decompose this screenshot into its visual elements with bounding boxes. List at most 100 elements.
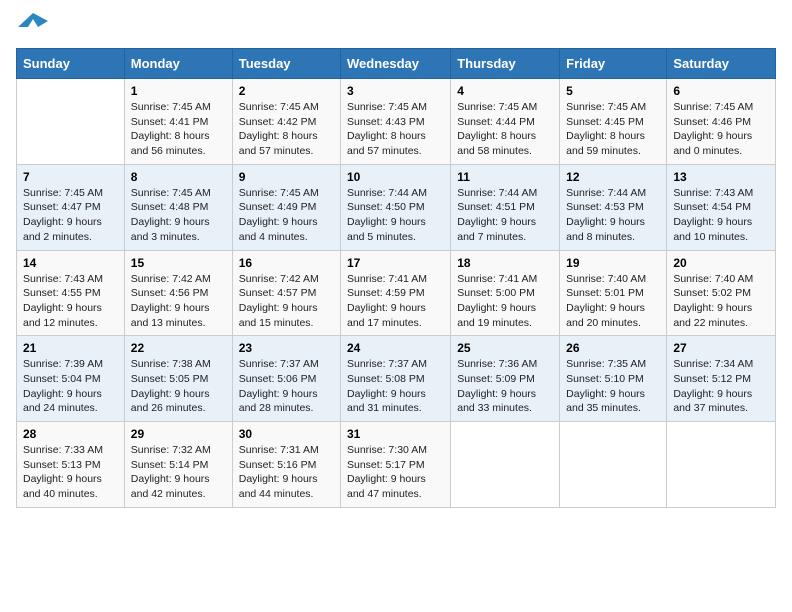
calendar-table: SundayMondayTuesdayWednesdayThursdayFrid… <box>16 48 776 508</box>
day-number: 22 <box>131 341 226 355</box>
day-number: 24 <box>347 341 444 355</box>
week-row-1: 1 Sunrise: 7:45 AM Sunset: 4:41 PM Daylig… <box>17 79 776 165</box>
calendar-cell: 6 Sunrise: 7:45 AM Sunset: 4:46 PM Daylig… <box>667 79 776 165</box>
day-number: 27 <box>673 341 769 355</box>
calendar-cell: 3Sunrise: 7:45 AM Sunset: 4:43 PM Daylig… <box>341 79 451 165</box>
day-number: 17 <box>347 256 444 270</box>
cell-content: Sunrise: 7:41 AM Sunset: 4:59 PM Dayligh… <box>347 272 444 331</box>
calendar-cell: 25 Sunrise: 7:36 AM Sunset: 5:09 PM Dayli… <box>451 336 560 422</box>
calendar-cell: 1 Sunrise: 7:45 AM Sunset: 4:41 PM Daylig… <box>124 79 232 165</box>
cell-content: Sunrise: 7:45 AM Sunset: 4:47 PM Dayligh… <box>23 186 118 245</box>
cell-content: Sunrise: 7:45 AM Sunset: 4:41 PM Dayligh… <box>131 100 226 159</box>
cell-content: Sunrise: 7:42 AM Sunset: 4:57 PM Dayligh… <box>239 272 334 331</box>
column-header-saturday: Saturday <box>667 49 776 79</box>
cell-content: Sunrise: 7:45 AM Sunset: 4:49 PM Dayligh… <box>239 186 334 245</box>
cell-content: Sunrise: 7:41 AM Sunset: 5:00 PM Dayligh… <box>457 272 553 331</box>
calendar-cell <box>17 79 125 165</box>
cell-content: Sunrise: 7:36 AM Sunset: 5:09 PM Dayligh… <box>457 357 553 416</box>
cell-content: Sunrise: 7:45 AM Sunset: 4:44 PM Dayligh… <box>457 100 553 159</box>
day-number: 7 <box>23 170 118 184</box>
cell-content: Sunrise: 7:42 AM Sunset: 4:56 PM Dayligh… <box>131 272 226 331</box>
day-number: 8 <box>131 170 226 184</box>
cell-content: Sunrise: 7:44 AM Sunset: 4:50 PM Dayligh… <box>347 186 444 245</box>
cell-content: Sunrise: 7:44 AM Sunset: 4:51 PM Dayligh… <box>457 186 553 245</box>
calendar-cell: 26 Sunrise: 7:35 AM Sunset: 5:10 PM Dayli… <box>560 336 667 422</box>
column-header-friday: Friday <box>560 49 667 79</box>
week-row-2: 7 Sunrise: 7:45 AM Sunset: 4:47 PM Daylig… <box>17 164 776 250</box>
calendar-cell: 18 Sunrise: 7:41 AM Sunset: 5:00 PM Dayli… <box>451 250 560 336</box>
column-header-tuesday: Tuesday <box>232 49 340 79</box>
cell-content: Sunrise: 7:45 AM Sunset: 4:42 PM Dayligh… <box>239 100 334 159</box>
day-number: 26 <box>566 341 660 355</box>
day-number: 5 <box>566 84 660 98</box>
cell-content: Sunrise: 7:45 AM Sunset: 4:48 PM Dayligh… <box>131 186 226 245</box>
logo-bird-icon <box>18 13 48 31</box>
day-number: 29 <box>131 427 226 441</box>
day-number: 12 <box>566 170 660 184</box>
calendar-cell: 29Sunrise: 7:32 AM Sunset: 5:14 PM Dayli… <box>124 422 232 508</box>
calendar-cell: 15 Sunrise: 7:42 AM Sunset: 4:56 PM Dayli… <box>124 250 232 336</box>
day-number: 13 <box>673 170 769 184</box>
cell-content: Sunrise: 7:35 AM Sunset: 5:10 PM Dayligh… <box>566 357 660 416</box>
day-number: 4 <box>457 84 553 98</box>
day-number: 31 <box>347 427 444 441</box>
calendar-cell <box>667 422 776 508</box>
calendar-cell: 2 Sunrise: 7:45 AM Sunset: 4:42 PM Daylig… <box>232 79 340 165</box>
calendar-cell: 22 Sunrise: 7:38 AM Sunset: 5:05 PM Dayli… <box>124 336 232 422</box>
calendar-cell <box>451 422 560 508</box>
calendar-cell <box>560 422 667 508</box>
calendar-cell: 5 Sunrise: 7:45 AM Sunset: 4:45 PM Daylig… <box>560 79 667 165</box>
cell-content: Sunrise: 7:37 AM Sunset: 5:06 PM Dayligh… <box>239 357 334 416</box>
calendar-cell: 8 Sunrise: 7:45 AM Sunset: 4:48 PM Daylig… <box>124 164 232 250</box>
cell-content: Sunrise: 7:30 AM Sunset: 5:17 PM Dayligh… <box>347 443 444 502</box>
calendar-cell: 19 Sunrise: 7:40 AM Sunset: 5:01 PM Dayli… <box>560 250 667 336</box>
day-number: 28 <box>23 427 118 441</box>
cell-content: Sunrise: 7:31 AM Sunset: 5:16 PM Dayligh… <box>239 443 334 502</box>
week-row-4: 21 Sunrise: 7:39 AM Sunset: 5:04 PM Dayli… <box>17 336 776 422</box>
calendar-cell: 23 Sunrise: 7:37 AM Sunset: 5:06 PM Dayli… <box>232 336 340 422</box>
column-header-wednesday: Wednesday <box>341 49 451 79</box>
day-number: 19 <box>566 256 660 270</box>
cell-content: Sunrise: 7:45 AM Sunset: 4:45 PM Dayligh… <box>566 100 660 159</box>
calendar-cell: 27 Sunrise: 7:34 AM Sunset: 5:12 PM Dayli… <box>667 336 776 422</box>
column-header-sunday: Sunday <box>17 49 125 79</box>
day-number: 20 <box>673 256 769 270</box>
day-number: 9 <box>239 170 334 184</box>
day-number: 21 <box>23 341 118 355</box>
cell-content: Sunrise: 7:33 AM Sunset: 5:13 PM Dayligh… <box>23 443 118 502</box>
day-number: 25 <box>457 341 553 355</box>
day-number: 6 <box>673 84 769 98</box>
week-row-5: 28 Sunrise: 7:33 AM Sunset: 5:13 PM Dayli… <box>17 422 776 508</box>
cell-content: Sunrise: 7:43 AM Sunset: 4:55 PM Dayligh… <box>23 272 118 331</box>
calendar-cell: 24 Sunrise: 7:37 AM Sunset: 5:08 PM Dayli… <box>341 336 451 422</box>
day-number: 30 <box>239 427 334 441</box>
day-number: 1 <box>131 84 226 98</box>
day-number: 15 <box>131 256 226 270</box>
cell-content: Sunrise: 7:37 AM Sunset: 5:08 PM Dayligh… <box>347 357 444 416</box>
day-number: 2 <box>239 84 334 98</box>
column-header-thursday: Thursday <box>451 49 560 79</box>
calendar-cell: 30 Sunrise: 7:31 AM Sunset: 5:16 PM Dayli… <box>232 422 340 508</box>
day-number: 3 <box>347 84 444 98</box>
calendar-cell: 13 Sunrise: 7:43 AM Sunset: 4:54 PM Dayli… <box>667 164 776 250</box>
calendar-cell: 10 Sunrise: 7:44 AM Sunset: 4:50 PM Dayli… <box>341 164 451 250</box>
cell-content: Sunrise: 7:38 AM Sunset: 5:05 PM Dayligh… <box>131 357 226 416</box>
calendar-cell: 16 Sunrise: 7:42 AM Sunset: 4:57 PM Dayli… <box>232 250 340 336</box>
week-row-3: 14 Sunrise: 7:43 AM Sunset: 4:55 PM Dayli… <box>17 250 776 336</box>
calendar-cell: 20Sunrise: 7:40 AM Sunset: 5:02 PM Dayli… <box>667 250 776 336</box>
day-number: 14 <box>23 256 118 270</box>
day-number: 10 <box>347 170 444 184</box>
cell-content: Sunrise: 7:43 AM Sunset: 4:54 PM Dayligh… <box>673 186 769 245</box>
column-header-monday: Monday <box>124 49 232 79</box>
calendar-cell: 11Sunrise: 7:44 AM Sunset: 4:51 PM Dayli… <box>451 164 560 250</box>
cell-content: Sunrise: 7:45 AM Sunset: 4:46 PM Dayligh… <box>673 100 769 159</box>
day-number: 23 <box>239 341 334 355</box>
cell-content: Sunrise: 7:40 AM Sunset: 5:01 PM Dayligh… <box>566 272 660 331</box>
cell-content: Sunrise: 7:34 AM Sunset: 5:12 PM Dayligh… <box>673 357 769 416</box>
cell-content: Sunrise: 7:44 AM Sunset: 4:53 PM Dayligh… <box>566 186 660 245</box>
day-number: 18 <box>457 256 553 270</box>
logo <box>16 16 48 38</box>
day-number: 16 <box>239 256 334 270</box>
cell-content: Sunrise: 7:39 AM Sunset: 5:04 PM Dayligh… <box>23 357 118 416</box>
calendar-cell: 17 Sunrise: 7:41 AM Sunset: 4:59 PM Dayli… <box>341 250 451 336</box>
